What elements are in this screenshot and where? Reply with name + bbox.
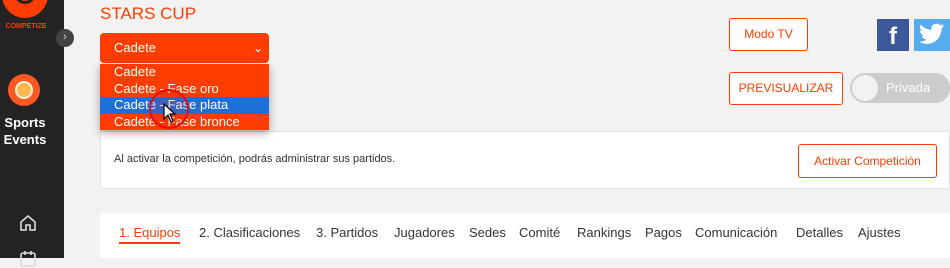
chevron-down-icon: ⌄ [252,41,263,55]
mouse-cursor-icon [163,103,177,123]
sidebar-collapse-button[interactable]: › [56,29,74,47]
facebook-icon[interactable]: f [877,19,909,51]
sidebar: COMPETIZE Sports Events [0,0,64,267]
activate-competition-button[interactable]: Activar Competición [798,144,937,178]
twitter-bird-icon [919,23,945,44]
sidebar-label-line2: Events [3,132,47,147]
tab-clasificaciones[interactable]: 2. Clasificaciones [199,225,300,240]
tab-comite[interactable]: Comité [519,225,560,240]
modo-tv-button[interactable]: Modo TV [729,18,808,51]
calendar-icon[interactable] [19,250,37,268]
privacy-toggle-label: Privada [886,80,931,95]
tab-rankings[interactable]: Rankings [577,225,631,240]
category-select[interactable]: Cadete ⌄ [100,33,269,63]
competize-logo[interactable] [2,0,48,18]
previsualizar-button[interactable]: PREVISUALIZAR [729,72,843,105]
activation-card: Al activar la competición, podrás admini… [100,131,950,189]
category-select-value: Cadete [114,40,156,55]
tab-equipos[interactable]: 1. Equipos [119,225,181,244]
tab-sedes[interactable]: Sedes [469,225,506,240]
medal-inner-icon [15,81,33,99]
tab-ajustes[interactable]: Ajustes [858,225,901,240]
home-icon[interactable] [19,214,37,232]
medal-icon[interactable] [8,74,40,106]
activation-message: Al activar la competición, podrás admini… [114,153,396,165]
toggle-knob [852,75,878,101]
sidebar-label-line1: Sports [4,115,46,130]
dropdown-option[interactable]: Cadete - Fase oro [100,81,269,98]
logo-text: COMPETIZE [5,23,47,30]
tab-jugadores[interactable]: Jugadores [394,225,455,240]
tab-bar: 1. Equipos 2. Clasificaciones 3. Partido… [100,213,950,258]
main-content: STARS CUP Cadete ⌄ Cadete Cadete - Fase … [64,0,950,258]
page-title: STARS CUP [100,4,197,23]
sidebar-section-label[interactable]: Sports Events [0,114,50,148]
tab-pagos[interactable]: Pagos [645,225,682,240]
twitter-icon[interactable] [914,19,950,51]
tab-partidos[interactable]: 3. Partidos [316,225,378,240]
dropdown-option[interactable]: Cadete [100,64,269,81]
logo-ring-icon [14,0,36,4]
tab-detalles[interactable]: Detalles [796,225,843,240]
privacy-toggle[interactable]: Privada [850,73,950,103]
tab-comunicacion[interactable]: Comunicación [695,225,777,240]
